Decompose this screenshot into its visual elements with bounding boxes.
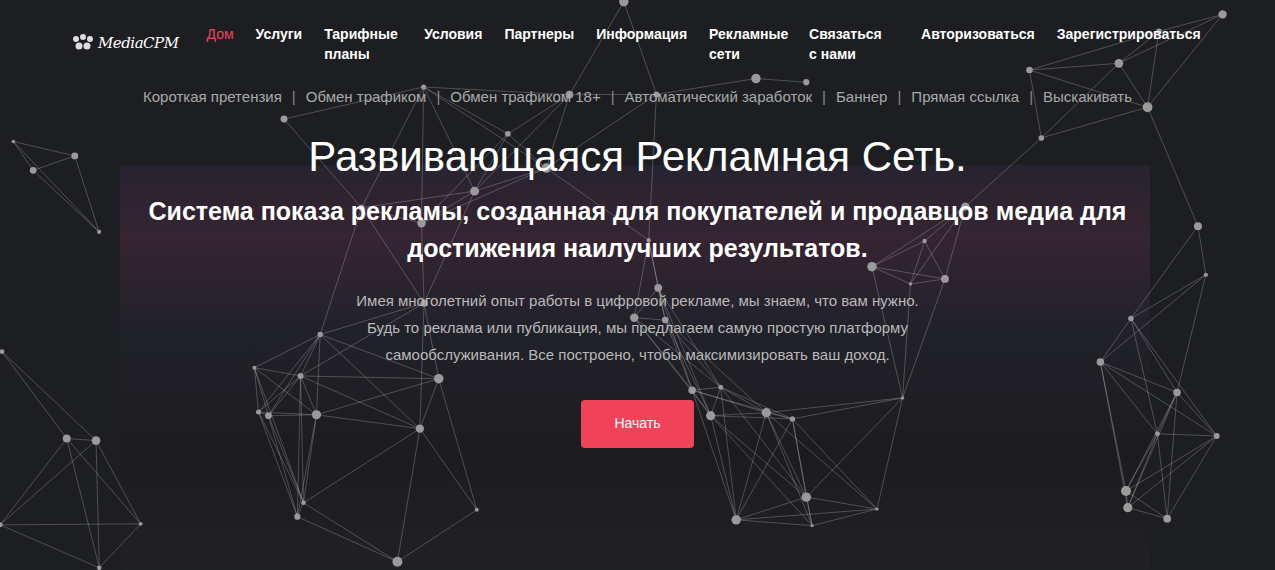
sub-nav-link[interactable]: Прямая ссылка	[911, 86, 1019, 109]
hero-title: Развивающаяся Рекламная Сеть.	[298, 127, 978, 187]
start-button[interactable]: Начать	[581, 400, 694, 448]
logo[interactable]: MediaCPM	[72, 32, 179, 55]
logo-text: MediaCPM	[98, 32, 179, 55]
sub-nav-link[interactable]: Выскакивать	[1043, 86, 1132, 109]
nav-link[interactable]: Авторизоваться	[921, 24, 1035, 44]
nav-link[interactable]: Тарифные планы	[324, 24, 402, 64]
sub-nav-link[interactable]: Баннер	[836, 86, 887, 109]
laptop-photo	[120, 165, 1150, 570]
hero-subtitle: Система показа рекламы, созданная для по…	[78, 193, 1198, 267]
separator: |	[1029, 86, 1033, 109]
sub-nav-link[interactable]: Короткая претензия	[143, 86, 282, 109]
separator: |	[897, 86, 901, 109]
separator: |	[436, 86, 440, 109]
nav-link[interactable]: Услуги	[256, 24, 303, 44]
header: MediaCPM Дом Услуги Тарифные планы Условия Па…	[0, 0, 1275, 64]
sub-nav: Короткая претензия | Обмен трафиком | Обмен …	[0, 86, 1275, 109]
page: MediaCPM Дом Услуги Тарифные планы Условия Па…	[0, 0, 1275, 570]
separator: |	[292, 86, 296, 109]
separator: |	[611, 86, 615, 109]
main-nav: Дом Услуги Тарифные планы Условия Партнеры Ин…	[207, 24, 1251, 64]
nav-link[interactable]: Рекламные сети	[709, 24, 787, 64]
hero-text: Имея многолетний опыт работы в цифровой …	[348, 287, 928, 368]
sub-nav-link[interactable]: Автоматический заработок	[625, 86, 813, 109]
hero: Развивающаяся Рекламная Сеть.Система пок…	[0, 127, 1275, 448]
nav-link[interactable]: Партнеры	[504, 24, 574, 44]
nav-link[interactable]: Связаться с нами	[809, 24, 887, 64]
network-background	[0, 0, 1275, 570]
sub-nav-link[interactable]: Обмен трафиком	[306, 86, 427, 109]
separator: |	[822, 86, 826, 109]
nav-link[interactable]: Условия	[424, 24, 482, 44]
sub-nav-link[interactable]: Обмен трафиком 18+	[450, 86, 600, 109]
nav-link[interactable]: Информация	[596, 24, 687, 44]
nav-link[interactable]: Дом	[207, 24, 234, 44]
logo-icon	[72, 34, 94, 52]
nav-link[interactable]: Зарегистрироваться	[1057, 24, 1201, 44]
